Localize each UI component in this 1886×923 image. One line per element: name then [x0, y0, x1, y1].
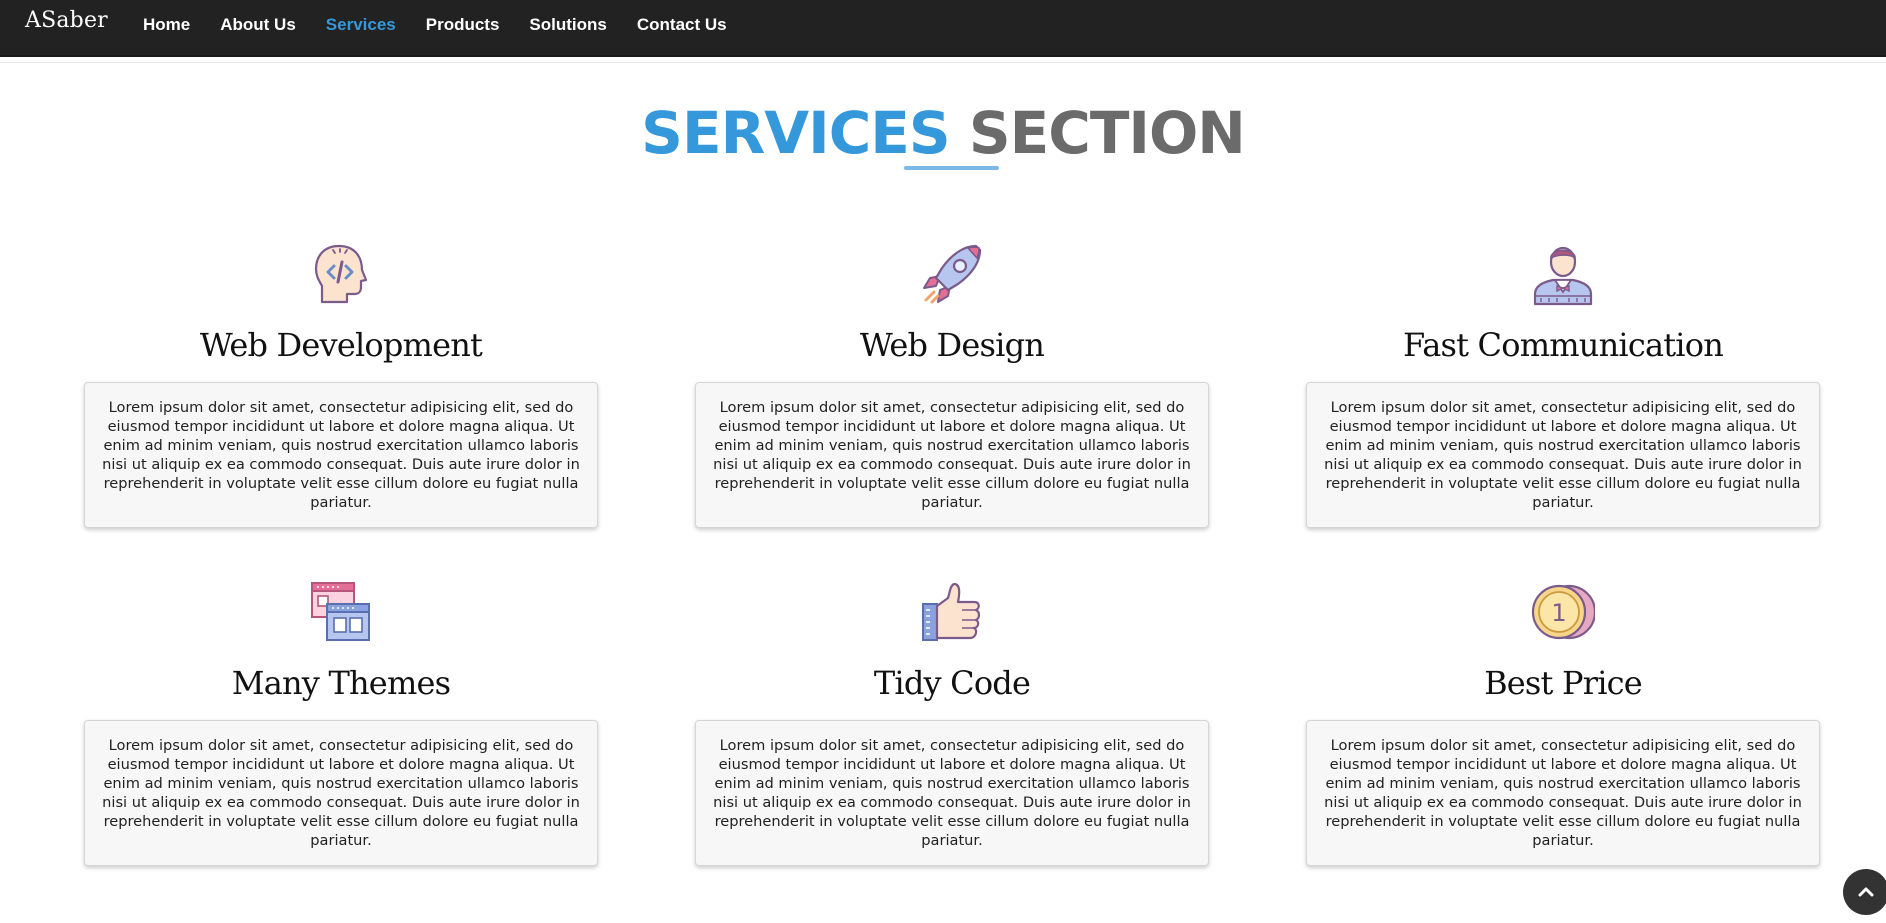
scroll-to-top-button[interactable] [1843, 869, 1886, 915]
coin-icon: 1 [1531, 580, 1597, 644]
nav-link-products[interactable]: Products [426, 15, 500, 35]
service-title: Web Development [199, 326, 483, 364]
person-bowtie-icon [1531, 242, 1595, 306]
nav-link-about-us[interactable]: About Us [220, 15, 296, 35]
service-title: Fast Communication [1402, 326, 1724, 364]
service-description: Lorem ipsum dolor sit amet, consectetur … [84, 720, 598, 866]
navbar: ASaber Home About Us Services Products S… [0, 0, 1886, 57]
service-description: Lorem ipsum dolor sit amet, consectetur … [695, 382, 1209, 528]
chevron-up-icon [1858, 887, 1874, 897]
nav-link-home[interactable]: Home [143, 15, 190, 35]
nav-links: Home About Us Services Products Solution… [143, 15, 757, 35]
service-title: Tidy Code [873, 664, 1031, 702]
rocket-icon [920, 242, 984, 306]
nav-link-solutions[interactable]: Solutions [529, 15, 606, 35]
service-title: Web Design [859, 326, 1045, 364]
section-title-accent: SERVICES [641, 99, 950, 167]
service-description: Lorem ipsum dolor sit amet, consectetur … [1306, 720, 1820, 866]
brand-logo[interactable]: ASaber [25, 8, 108, 33]
coin-label: 1 [1551, 599, 1566, 627]
section-title-rest: SECTION [968, 99, 1246, 167]
thumbs-up-icon [920, 580, 984, 644]
windows-icon [309, 580, 373, 644]
service-title: Best Price [1484, 664, 1643, 702]
divider [0, 62, 1886, 63]
title-underline [904, 166, 999, 170]
nav-link-services[interactable]: Services [326, 15, 396, 35]
service-description: Lorem ipsum dolor sit amet, consectetur … [84, 382, 598, 528]
service-description: Lorem ipsum dolor sit amet, consectetur … [1306, 382, 1820, 528]
nav-link-contact-us[interactable]: Contact Us [637, 15, 727, 35]
service-title: Many Themes [231, 664, 451, 702]
section-title: SERVICES SECTION [0, 95, 1886, 171]
coding-head-icon [309, 242, 373, 306]
service-description: Lorem ipsum dolor sit amet, consectetur … [695, 720, 1209, 866]
